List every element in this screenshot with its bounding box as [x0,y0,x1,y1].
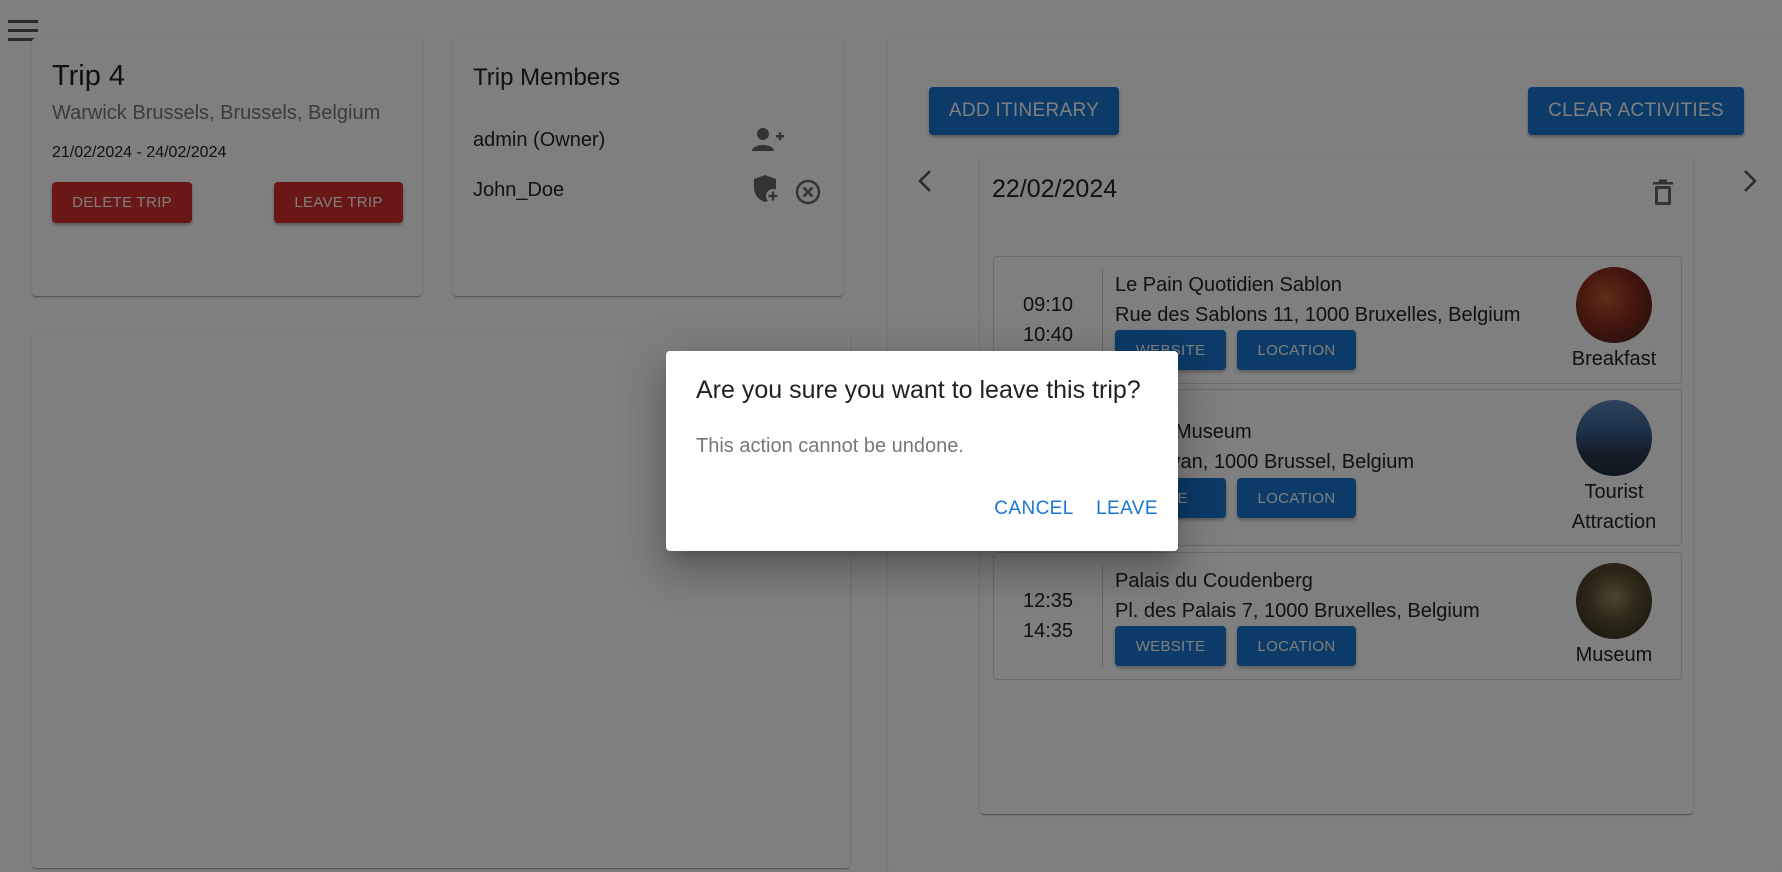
leave-button[interactable]: LEAVE [1094,495,1160,523]
leave-trip-dialog: Are you sure you want to leave this trip… [666,351,1178,551]
dialog-message: This action cannot be undone. [696,435,964,457]
dialog-title: Are you sure you want to leave this trip… [696,376,1141,404]
cancel-button[interactable]: CANCEL [994,495,1074,523]
